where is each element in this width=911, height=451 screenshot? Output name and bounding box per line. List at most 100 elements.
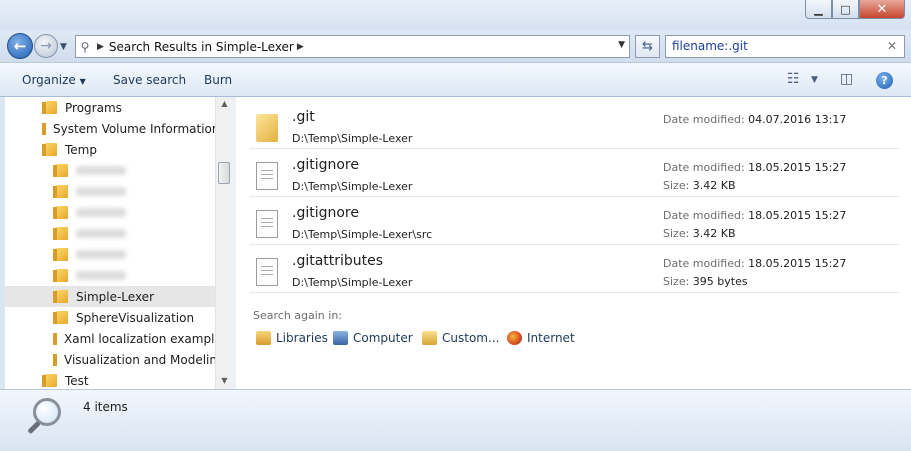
window-controls: ▁ □ ✕ xyxy=(805,0,905,19)
title-bar: ▁ □ ✕ xyxy=(0,0,911,30)
libraries-icon xyxy=(256,331,271,345)
result-date: Date modified: 18.05.2015 15:27 xyxy=(663,161,846,174)
scroll-up-icon[interactable]: ▲ xyxy=(216,99,233,108)
breadcrumb-search-results[interactable]: Search Results in Simple-Lexer xyxy=(109,40,294,54)
tree-item[interactable] xyxy=(5,244,215,265)
breadcrumb-separator-icon[interactable]: ▶ xyxy=(297,42,304,52)
tree-item[interactable]: Temp xyxy=(5,139,215,160)
preview-pane-icon[interactable]: ◫ xyxy=(840,71,853,87)
tree-item[interactable]: Visualization and Modeling xyxy=(5,349,225,370)
folder-icon xyxy=(53,290,68,303)
tree-item-label-redacted xyxy=(76,250,126,259)
navigation-pane: Programs System Volume Information Temp Sim… xyxy=(5,97,232,389)
recent-pages-button[interactable]: ▼ xyxy=(60,42,67,52)
result-name: .git xyxy=(292,109,315,125)
folder-icon xyxy=(53,269,68,282)
tree-item[interactable]: System Volume Information xyxy=(5,118,219,139)
tree-item[interactable] xyxy=(5,202,215,223)
tree-item[interactable]: Xaml localization example xyxy=(5,328,222,349)
back-button[interactable]: ← xyxy=(7,33,33,59)
tree-item-label: Programs xyxy=(65,100,122,115)
size-label: Size: xyxy=(663,179,690,192)
help-icon[interactable]: ? xyxy=(876,72,893,89)
burn-button[interactable]: Burn xyxy=(204,73,232,87)
tree-item-label: System Volume Information xyxy=(53,121,220,136)
forward-arrow-icon: → xyxy=(40,38,52,54)
folder-icon xyxy=(42,374,57,387)
close-button[interactable]: ✕ xyxy=(859,0,905,19)
maximize-button[interactable]: □ xyxy=(832,0,859,19)
folder-icon xyxy=(53,206,68,219)
tree-item-label-redacted xyxy=(76,208,126,217)
nav-scrollbar[interactable]: ▲ ▼ xyxy=(215,97,232,389)
tree-item[interactable]: Simple-Lexer xyxy=(5,286,215,307)
search-again-internet[interactable]: Internet xyxy=(507,331,575,345)
address-dropdown-icon[interactable]: ▼ xyxy=(618,40,625,50)
result-date: Date modified: 18.05.2015 15:27 xyxy=(663,209,846,222)
organize-menu-button[interactable]: Organize ▼ xyxy=(22,73,86,87)
folder-icon xyxy=(53,248,68,261)
tree-item-label: Xaml localization example xyxy=(64,331,222,346)
search-input[interactable]: filename:.git ✕ xyxy=(665,35,905,58)
minimize-button[interactable]: ▁ xyxy=(805,0,832,19)
file-icon xyxy=(256,210,278,238)
close-icon: ✕ xyxy=(876,1,888,17)
refresh-icon: ⇆ xyxy=(642,39,653,54)
result-date: Date modified: 18.05.2015 15:27 xyxy=(663,257,846,270)
result-item[interactable]: .git D:\Temp\Simple-Lexer Date modified: 0… xyxy=(250,105,900,149)
tree-item[interactable] xyxy=(5,223,215,244)
result-size: Size: 3.42 KB xyxy=(663,227,736,240)
command-toolbar: Organize ▼ Save search Burn ☷ ▼ ◫ ? xyxy=(0,62,911,97)
scroll-down-icon[interactable]: ▼ xyxy=(216,376,233,385)
computer-icon xyxy=(333,331,348,345)
save-search-button[interactable]: Save search xyxy=(113,73,186,87)
date-value: 18.05.2015 15:27 xyxy=(748,161,847,174)
clear-x-icon[interactable]: ✕ xyxy=(887,39,897,53)
tree-item[interactable]: Programs xyxy=(5,97,215,118)
result-size: Size: 395 bytes xyxy=(663,275,748,288)
chevron-down-icon: ▼ xyxy=(60,42,67,52)
search-again-computer[interactable]: Computer xyxy=(333,331,413,345)
search-again-custom[interactable]: Custom... xyxy=(422,331,499,345)
search-results-pane: Search again in: Libraries Computer Cust… xyxy=(236,97,911,389)
tree-item[interactable]: SphereVisualization xyxy=(5,307,215,328)
scroll-thumb[interactable] xyxy=(218,162,230,184)
change-view-icon[interactable]: ☷ xyxy=(787,71,800,87)
forward-button[interactable]: → xyxy=(34,34,58,58)
result-name: .gitattributes xyxy=(292,253,384,269)
refresh-button[interactable]: ⇆ xyxy=(635,35,660,58)
result-path: D:\Temp\Simple-Lexer xyxy=(292,276,413,289)
result-item[interactable]: .gitattributes D:\Temp\Simple-Lexer Date m… xyxy=(250,249,900,293)
tree-item[interactable] xyxy=(5,181,215,202)
size-value: 3.42 KB xyxy=(692,179,736,192)
tree-item-label: Simple-Lexer xyxy=(76,289,154,304)
folder-icon xyxy=(53,185,68,198)
result-item[interactable]: .gitignore D:\Temp\Simple-Lexer Date modif… xyxy=(250,153,900,197)
result-name: .gitignore xyxy=(292,205,359,221)
result-item[interactable]: .gitignore D:\Temp\Simple-Lexer\src Date m… xyxy=(250,201,900,245)
view-options-dropdown-icon[interactable]: ▼ xyxy=(811,75,818,85)
date-label: Date modified: xyxy=(663,113,745,126)
maximize-icon: □ xyxy=(840,2,851,16)
date-value: 04.07.2016 13:17 xyxy=(748,113,847,126)
item-count: 4 items xyxy=(83,400,128,414)
breadcrumb-separator-icon[interactable]: ▶ xyxy=(97,42,104,52)
search-icon: ⚲ xyxy=(80,39,90,54)
search-again-libraries[interactable]: Libraries xyxy=(256,331,328,345)
date-label: Date modified: xyxy=(663,161,745,174)
search-again-label: Search again in: xyxy=(253,309,343,322)
tree-item[interactable] xyxy=(5,160,215,181)
size-value: 395 bytes xyxy=(692,275,748,288)
custom-folder-icon xyxy=(422,331,437,345)
tree-item-label-redacted xyxy=(76,271,126,280)
address-bar[interactable]: ⚲ ▶ Search Results in Simple-Lexer ▶ ▼ xyxy=(75,35,630,58)
folder-icon xyxy=(42,143,57,156)
chevron-down-icon: ▼ xyxy=(79,77,86,86)
tree-item[interactable] xyxy=(5,265,215,286)
libraries-label: Libraries xyxy=(276,331,328,345)
tree-item[interactable]: Test xyxy=(5,370,215,389)
back-arrow-icon: ← xyxy=(13,37,27,55)
date-label: Date modified: xyxy=(663,257,745,270)
result-date: Date modified: 04.07.2016 13:17 xyxy=(663,113,846,126)
folder-icon xyxy=(42,101,57,114)
